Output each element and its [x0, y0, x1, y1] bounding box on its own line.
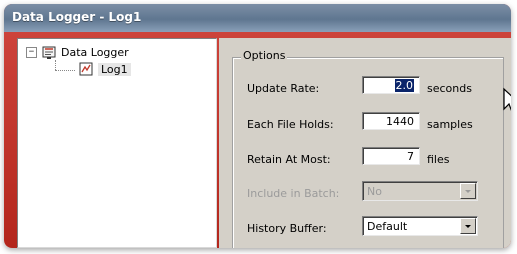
options-group-label: Options	[241, 49, 288, 62]
include-batch-value: No	[367, 185, 382, 198]
dropdown-arrow-icon[interactable]	[460, 218, 476, 234]
tree-node-label: Log1	[98, 62, 131, 76]
history-buffer-select[interactable]: Default	[362, 216, 478, 236]
collapse-icon[interactable]: −	[26, 46, 37, 58]
update-rate-input[interactable]: 2.0	[362, 76, 420, 94]
include-batch-select: No	[362, 181, 478, 201]
file-holds-unit: samples	[427, 118, 473, 131]
data-logger-window: Data Logger - Log1 − Data Logger Log1 Op…	[4, 4, 511, 248]
history-buffer-label: History Buffer:	[247, 222, 327, 235]
history-buffer-value: Default	[367, 220, 408, 233]
data-logger-icon	[41, 44, 57, 60]
file-holds-input[interactable]: 1440	[362, 112, 420, 130]
tree-node-label: Data Logger	[61, 45, 129, 59]
mouse-cursor-icon	[503, 87, 511, 112]
retain-unit: files	[427, 153, 450, 166]
window-title: Data Logger - Log1	[12, 10, 142, 24]
include-batch-label: Include in Batch:	[247, 187, 340, 200]
log-icon	[78, 61, 94, 77]
tree-connector	[55, 70, 75, 71]
tree-node-log1[interactable]: Log1	[78, 61, 131, 77]
update-rate-unit: seconds	[427, 82, 472, 95]
tree-node-data-logger[interactable]: − Data Logger	[26, 44, 129, 60]
file-holds-label: Each File Holds:	[247, 118, 334, 131]
tree-connector	[55, 60, 56, 70]
dropdown-arrow-icon	[460, 183, 476, 199]
update-rate-value: 2.0	[394, 79, 414, 92]
options-panel: Options Update Rate: 2.0 seconds Each Fi…	[219, 38, 511, 248]
tree-panel: − Data Logger Log1	[17, 38, 217, 248]
update-rate-label: Update Rate:	[247, 82, 320, 95]
title-bar[interactable]: Data Logger - Log1	[4, 4, 511, 32]
retain-label: Retain At Most:	[247, 153, 331, 166]
retain-input[interactable]: 7	[362, 147, 420, 165]
